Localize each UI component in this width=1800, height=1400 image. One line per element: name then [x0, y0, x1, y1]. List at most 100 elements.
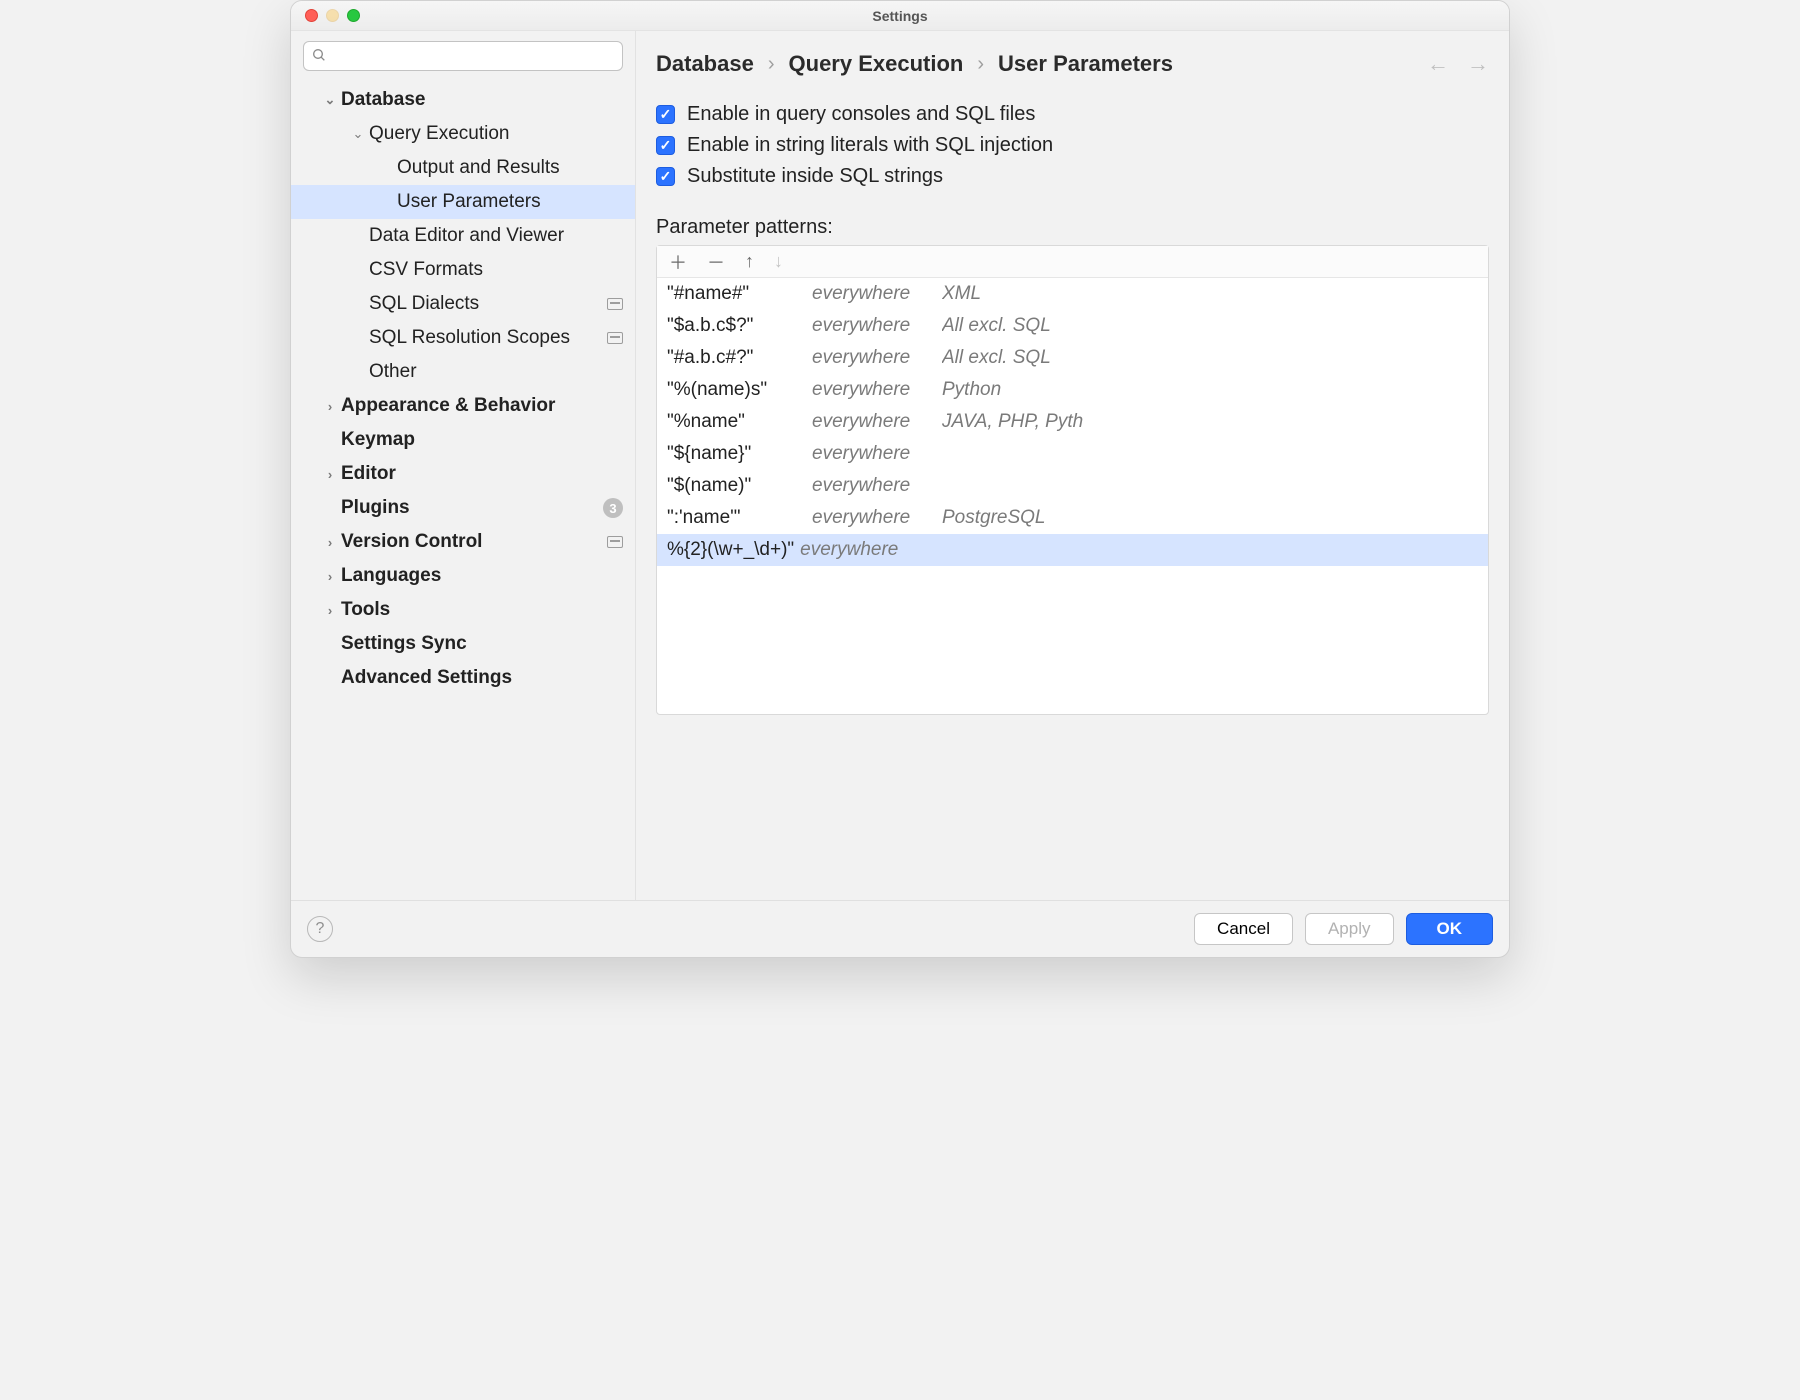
pattern-row[interactable]: "%name"everywhereJAVA, PHP, Pyth — [657, 406, 1488, 438]
breadcrumb-item: User Parameters — [998, 51, 1173, 77]
sidebar-item[interactable]: Keymap — [291, 423, 635, 457]
sidebar-item[interactable]: Output and Results — [291, 151, 635, 185]
chevron-right-icon: › — [323, 603, 337, 618]
chevron-right-icon: › — [323, 399, 337, 414]
pattern-text: "%(name)s" — [667, 376, 812, 404]
sidebar-item[interactable]: Other — [291, 355, 635, 389]
pattern-text: "%name" — [667, 408, 812, 436]
sidebar-item[interactable]: › Version Control — [291, 525, 635, 559]
back-icon[interactable]: ← — [1427, 51, 1449, 77]
pattern-row[interactable]: "#a.b.c#?"everywhereAll excl. SQL — [657, 342, 1488, 374]
sidebar-item[interactable]: ⌄Query Execution — [291, 117, 635, 151]
sidebar-item[interactable]: Advanced Settings — [291, 661, 635, 695]
sidebar-item-label: CSV Formats — [369, 259, 483, 281]
checkbox-row[interactable]: ✓ Enable in string literals with SQL inj… — [656, 130, 1489, 161]
sidebar-item-label: Data Editor and Viewer — [369, 225, 564, 247]
pattern-row[interactable]: "#name#"everywhereXML — [657, 278, 1488, 310]
pattern-row[interactable]: "$a.b.c$?"everywhereAll excl. SQL — [657, 310, 1488, 342]
breadcrumb-item[interactable]: Database — [656, 51, 754, 77]
pattern-scope: everywhere — [800, 536, 930, 564]
sidebar-item-label: Advanced Settings — [341, 667, 512, 689]
help-icon[interactable]: ? — [307, 916, 333, 942]
pattern-panel: ＋ － ↑ ↓ "#name#"everywhereXML"$a.b.c$?"e… — [656, 245, 1489, 715]
breadcrumb: Database › Query Execution › User Parame… — [656, 45, 1489, 99]
apply-button[interactable]: Apply — [1305, 913, 1394, 945]
pattern-lang: JAVA, PHP, Pyth — [942, 408, 1083, 436]
move-down-icon[interactable]: ↓ — [774, 251, 783, 272]
checkbox-row[interactable]: ✓ Enable in query consoles and SQL files — [656, 99, 1489, 130]
sidebar-item[interactable]: Data Editor and Viewer — [291, 219, 635, 253]
pattern-text: "$(name)" — [667, 472, 812, 500]
project-scope-icon — [607, 298, 623, 310]
remove-icon[interactable]: － — [707, 249, 725, 275]
search-input[interactable] — [303, 41, 623, 71]
sidebar-item[interactable]: CSV Formats — [291, 253, 635, 287]
sidebar-item-label: Appearance & Behavior — [341, 395, 555, 417]
checkbox-checked-icon[interactable]: ✓ — [656, 167, 675, 186]
forward-icon[interactable]: → — [1467, 51, 1489, 77]
sidebar-item[interactable]: User Parameters — [291, 185, 635, 219]
chevron-right-icon: › — [323, 569, 337, 584]
sidebar-item-label: Output and Results — [397, 157, 560, 179]
footer: ? Cancel Apply OK — [291, 900, 1509, 957]
sidebar-item-label: SQL Resolution Scopes — [369, 327, 570, 349]
chevron-down-icon: ⌄ — [323, 92, 337, 108]
pattern-lang: PostgreSQL — [942, 504, 1046, 532]
ok-button[interactable]: OK — [1406, 913, 1494, 945]
titlebar: Settings — [291, 1, 1509, 31]
pattern-scope: everywhere — [812, 280, 942, 308]
pattern-row[interactable]: ":'name'"everywherePostgreSQL — [657, 502, 1488, 534]
pattern-row[interactable]: %{2}(\w+_\d+)"everywhere — [657, 534, 1488, 566]
sidebar-item[interactable]: ›Editor — [291, 457, 635, 491]
sidebar-item-label: Version Control — [341, 531, 482, 553]
pattern-text: %{2}(\w+_\d+)" — [667, 536, 794, 564]
pattern-text: "${name}" — [667, 440, 812, 468]
sidebar-item[interactable]: SQL Resolution Scopes — [291, 321, 635, 355]
sidebar-item[interactable]: › Appearance & Behavior — [291, 389, 635, 423]
chevron-right-icon: › — [768, 53, 775, 76]
breadcrumb-item[interactable]: Query Execution — [789, 51, 964, 77]
main-panel: Database › Query Execution › User Parame… — [636, 31, 1509, 900]
sidebar-item[interactable]: Settings Sync — [291, 627, 635, 661]
sidebar-item[interactable]: › Tools — [291, 593, 635, 627]
sidebar-item-label: Keymap — [341, 429, 415, 451]
window-title: Settings — [291, 8, 1509, 24]
pattern-row[interactable]: "$(name)"everywhere — [657, 470, 1488, 502]
sidebar-item-label: Settings Sync — [341, 633, 467, 655]
pattern-scope: everywhere — [812, 504, 942, 532]
sidebar-item[interactable]: ⌄Database — [291, 83, 635, 117]
patterns-label: Parameter patterns: — [656, 216, 1489, 239]
sidebar-item-label: Database — [341, 89, 426, 111]
sidebar: ⌄Database⌄Query ExecutionOutput and Resu… — [291, 31, 636, 900]
cancel-button[interactable]: Cancel — [1194, 913, 1293, 945]
pattern-scope: everywhere — [812, 440, 942, 468]
pattern-list: "#name#"everywhereXML"$a.b.c$?"everywher… — [657, 278, 1488, 714]
pattern-row[interactable]: "%(name)s"everywherePython — [657, 374, 1488, 406]
checkbox-checked-icon[interactable]: ✓ — [656, 105, 675, 124]
settings-tree: ⌄Database⌄Query ExecutionOutput and Resu… — [291, 79, 635, 890]
badge: 3 — [603, 498, 623, 518]
sidebar-item-label: Tools — [341, 599, 390, 621]
chevron-right-icon: › — [323, 535, 337, 550]
sidebar-item[interactable]: ›Languages — [291, 559, 635, 593]
checkbox-label: Enable in query consoles and SQL files — [687, 103, 1035, 126]
checkbox-row[interactable]: ✓ Substitute inside SQL strings — [656, 161, 1489, 192]
checkbox-label: Substitute inside SQL strings — [687, 165, 943, 188]
sidebar-item-label: Plugins — [341, 497, 410, 519]
add-icon[interactable]: ＋ — [669, 249, 687, 275]
pattern-row[interactable]: "${name}"everywhere — [657, 438, 1488, 470]
pattern-lang: All excl. SQL — [942, 312, 1051, 340]
pattern-text: "#a.b.c#?" — [667, 344, 812, 372]
sidebar-item-label: Editor — [341, 463, 396, 485]
checkbox-checked-icon[interactable]: ✓ — [656, 136, 675, 155]
project-scope-icon — [607, 332, 623, 344]
pattern-scope: everywhere — [812, 344, 942, 372]
sidebar-item[interactable]: SQL Dialects — [291, 287, 635, 321]
settings-window: Settings ⌄Database⌄Query ExecutionOutput… — [290, 0, 1510, 958]
pattern-text: "$a.b.c$?" — [667, 312, 812, 340]
pattern-toolbar: ＋ － ↑ ↓ — [657, 246, 1488, 278]
pattern-scope: everywhere — [812, 472, 942, 500]
move-up-icon[interactable]: ↑ — [745, 251, 754, 272]
sidebar-item[interactable]: Plugins 3 — [291, 491, 635, 525]
chevron-down-icon: ⌄ — [351, 126, 365, 142]
